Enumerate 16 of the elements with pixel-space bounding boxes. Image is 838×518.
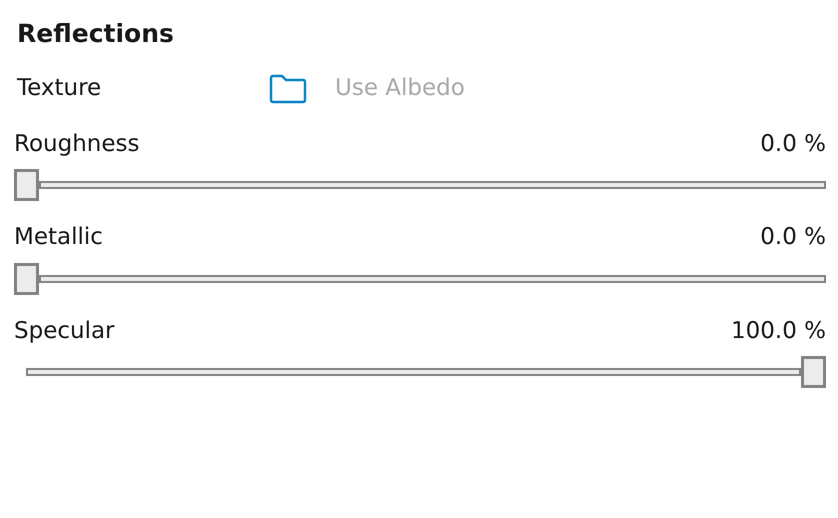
slider-value: 100.0 %: [730, 318, 826, 346]
texture-field[interactable]: Use Albedo: [335, 71, 575, 106]
slider-label: Specular: [14, 318, 115, 346]
slider-track[interactable]: [39, 274, 826, 283]
section-title: Reflections: [17, 18, 175, 50]
slider-value: 0.0 %: [760, 224, 826, 252]
slider-label: Roughness: [14, 130, 140, 158]
texture-label: Texture: [16, 74, 102, 102]
slider-thumb[interactable]: [14, 169, 39, 202]
slider-label: Metallic: [14, 224, 103, 252]
slider-value: 0.0 %: [760, 130, 826, 158]
folder-icon[interactable]: [269, 74, 307, 104]
slider-thumb[interactable]: [801, 356, 826, 388]
slider-track[interactable]: [26, 368, 801, 376]
slider-thumb[interactable]: [14, 262, 39, 295]
slider-track[interactable]: [39, 181, 826, 190]
